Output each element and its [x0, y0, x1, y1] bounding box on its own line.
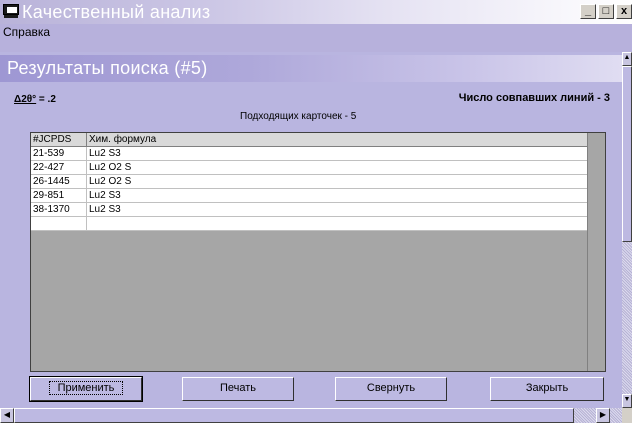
print-button[interactable]: Печать [182, 377, 294, 401]
horizontal-scrollbar[interactable]: ◀ ▶ [0, 408, 622, 423]
cell-formula: Lu2 O2 S [89, 176, 132, 187]
table-row[interactable]: 21-539 Lu2 S3 [31, 147, 587, 161]
cards-count-label: Подходящих карточек - 5 [240, 111, 357, 122]
cell-formula: Lu2 S3 [89, 148, 121, 159]
results-grid[interactable]: #JCPDS Хим. формула 21-539 Lu2 S3 22-427… [30, 132, 606, 372]
maximize-button[interactable]: □ [598, 4, 614, 19]
grid-body: 21-539 Lu2 S3 22-427 Lu2 O2 S 26-1445 Lu… [31, 147, 587, 231]
scroll-left-icon[interactable]: ◀ [0, 408, 14, 423]
minimize-button[interactable]: _ [580, 4, 596, 19]
cell-jcpds: 21-539 [31, 147, 87, 160]
delta-value: = .2 [36, 94, 56, 105]
cell-formula: Lu2 O2 S [89, 162, 132, 173]
cell-formula [87, 217, 587, 230]
table-row[interactable]: 29-851 Lu2 S3 [31, 189, 587, 203]
scrollbar-corner [622, 408, 632, 423]
cell-jcpds: 26-1445 [31, 175, 87, 188]
results-window: Результаты поиска (#5) Δ2θ° = .2 Число с… [0, 52, 622, 408]
apply-button[interactable]: Применить [29, 376, 143, 402]
match-lines-label: Число совпавших линий - 3 [458, 92, 610, 104]
monitor-icon [3, 4, 19, 19]
close-window-button[interactable]: x [616, 4, 632, 19]
horizontal-scroll-thumb[interactable] [14, 408, 574, 423]
app-window: Качественный анализ _ □ x Справка Резуль… [0, 0, 632, 423]
cell-jcpds [31, 217, 87, 230]
cell-jcpds: 22-427 [31, 161, 87, 174]
delta-symbol: Δ2θ° [14, 94, 37, 105]
vertical-scrollbar[interactable]: ▲ ▼ [622, 52, 632, 408]
apply-button-label: Применить [48, 381, 124, 395]
scroll-right-icon[interactable]: ▶ [596, 408, 610, 423]
results-title-bar[interactable]: Результаты поиска (#5) [0, 55, 622, 82]
menu-bar: Справка [0, 24, 632, 52]
scroll-up-icon[interactable]: ▲ [622, 52, 632, 66]
table-row[interactable]: 38-1370 Lu2 S3 [31, 203, 587, 217]
delta-2theta-label: Δ2θ° = .2 [14, 94, 56, 105]
menu-item-help[interactable]: Справка [3, 25, 50, 39]
table-row-empty[interactable] [31, 217, 587, 231]
cell-formula: Lu2 S3 [89, 190, 121, 201]
table-row[interactable]: 26-1445 Lu2 O2 S [31, 175, 587, 189]
table-row[interactable]: 22-427 Lu2 O2 S [31, 161, 587, 175]
window-title: Качественный анализ [22, 2, 211, 22]
grid-scrollbar[interactable] [587, 133, 605, 371]
title-bar[interactable]: Качественный анализ _ □ x [0, 0, 632, 24]
cell-jcpds: 29-851 [31, 189, 87, 202]
close-button[interactable]: Закрыть [490, 377, 604, 401]
vertical-scroll-thumb[interactable] [622, 66, 632, 242]
cell-formula: Lu2 S3 [89, 204, 121, 215]
grid-header: #JCPDS Хим. формула [31, 133, 587, 147]
collapse-button[interactable]: Свернуть [335, 377, 447, 401]
scroll-down-icon[interactable]: ▼ [622, 394, 632, 408]
results-title: Результаты поиска (#5) [7, 58, 208, 78]
column-header-formula[interactable]: Хим. формула [87, 133, 587, 146]
column-header-jcpds[interactable]: #JCPDS [31, 133, 87, 146]
cell-jcpds: 38-1370 [31, 203, 87, 216]
